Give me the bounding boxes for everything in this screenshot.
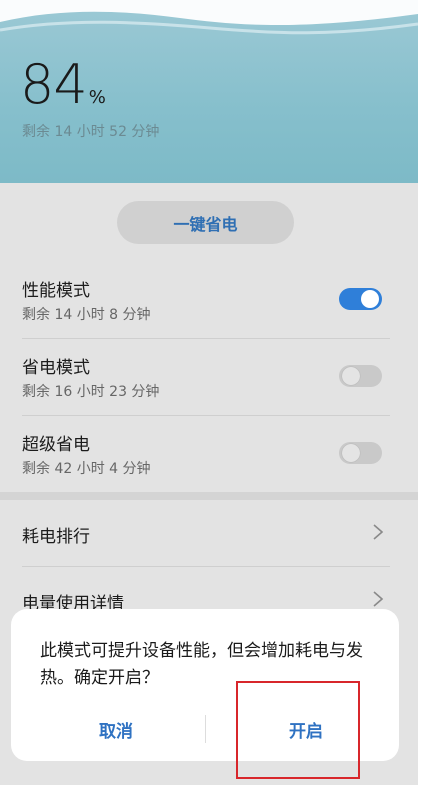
highlight-box xyxy=(236,681,360,779)
power-saving-mode-toggle[interactable] xyxy=(339,365,382,387)
mode-title: 性能模式 xyxy=(22,281,90,301)
battery-remaining-time: 剩余 14 小时 52 分钟 xyxy=(22,124,160,140)
mode-subtitle: 剩余 42 小时 4 分钟 xyxy=(22,461,151,477)
toggle-knob xyxy=(342,444,360,462)
mode-row-power-saving[interactable]: 省电模式 剩余 16 小时 23 分钟 xyxy=(0,339,418,415)
screen-edge xyxy=(418,0,424,785)
cancel-button[interactable]: 取消 xyxy=(41,711,191,747)
mode-title: 省电模式 xyxy=(22,358,90,378)
battery-percent-unit: % xyxy=(88,87,106,108)
toggle-knob xyxy=(342,367,360,385)
mode-row-ultra-saving[interactable]: 超级省电 剩余 42 小时 4 分钟 xyxy=(0,416,418,492)
button-divider xyxy=(205,715,206,743)
list-item-label: 耗电排行 xyxy=(22,527,90,547)
battery-header: 84 % 剩余 14 小时 52 分钟 xyxy=(0,0,418,183)
one-key-save-button[interactable]: 一键省电 xyxy=(117,201,294,244)
chevron-right-icon xyxy=(373,524,384,540)
mode-subtitle: 剩余 16 小时 23 分钟 xyxy=(22,384,160,400)
mode-subtitle: 剩余 14 小时 8 分钟 xyxy=(22,307,151,323)
performance-mode-toggle[interactable] xyxy=(339,288,382,310)
wave-decoration xyxy=(0,0,418,35)
mode-row-performance[interactable]: 性能模式 剩余 14 小时 8 分钟 xyxy=(0,262,418,338)
list-item-power-ranking[interactable]: 耗电排行 xyxy=(0,500,418,566)
battery-percent-value: 84 xyxy=(20,53,88,116)
ultra-saving-mode-toggle[interactable] xyxy=(339,442,382,464)
battery-percentage: 84 % xyxy=(20,58,106,112)
mode-title: 超级省电 xyxy=(22,435,90,455)
toggle-knob xyxy=(361,290,379,308)
chevron-right-icon xyxy=(373,591,384,607)
section-separator xyxy=(0,492,418,500)
